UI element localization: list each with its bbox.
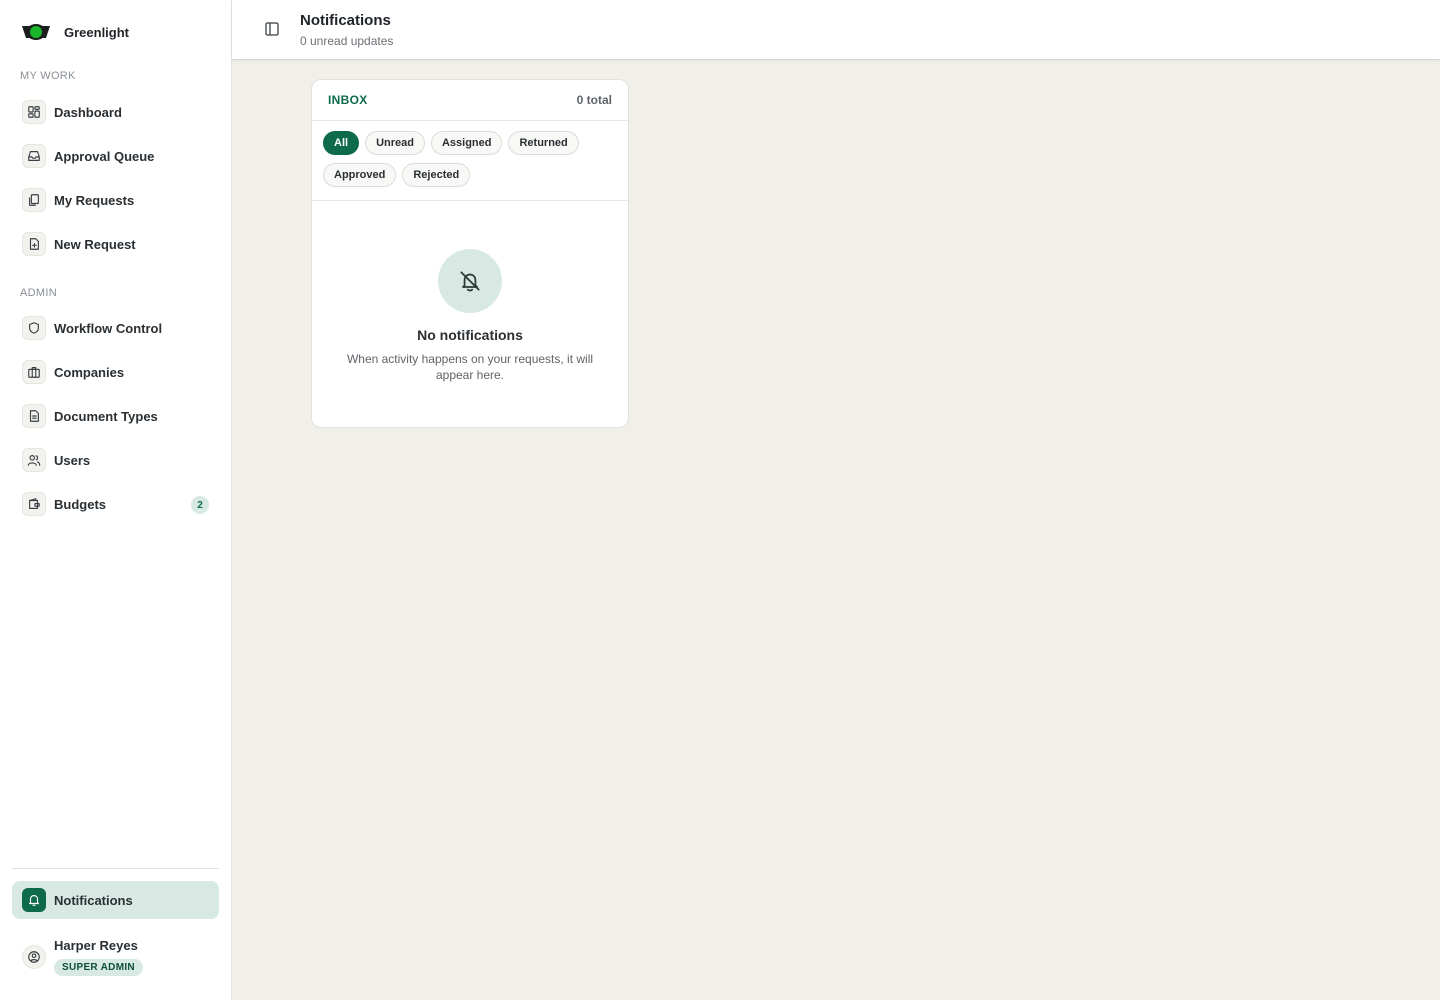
sidebar-item-label: Approval Queue (54, 148, 155, 164)
filter-approved[interactable]: Approved (323, 163, 397, 187)
empty-title: No notifications (417, 327, 523, 343)
briefcase-icon (22, 360, 46, 384)
filter-unread[interactable]: Unread (365, 131, 425, 155)
sidebar-item-label: Budgets (54, 496, 106, 512)
inbox-header: INBOX 0 total (312, 80, 628, 121)
filter-chips: All Unread Assigned Returned Approved Re… (312, 121, 628, 201)
sidebar-item-users[interactable]: Users (12, 441, 219, 479)
users-icon (22, 448, 46, 472)
page-subtitle: 0 unread updates (300, 34, 394, 48)
empty-state: No notifications When activity happens o… (312, 201, 628, 383)
document-icon (22, 404, 46, 428)
inbox-icon (22, 144, 46, 168)
sidebar: Greenlight MY WORK Dashboard Approval Qu… (0, 0, 232, 1000)
sidebar-item-label: Dashboard (54, 104, 122, 120)
topbar: Notifications 0 unread updates (232, 0, 1440, 60)
sidebar-item-label: Document Types (54, 408, 158, 424)
sidebar-item-companies[interactable]: Companies (12, 353, 219, 391)
sidebar-item-new-request[interactable]: New Request (12, 225, 219, 263)
sidebar-item-label: Workflow Control (54, 320, 163, 336)
inbox-total: 0 total (576, 93, 612, 107)
sidebar-item-label: Users (54, 452, 91, 468)
empty-description: When activity happens on your requests, … (346, 352, 594, 382)
sidebar-item-budgets[interactable]: Budgets 2 (12, 485, 219, 523)
filter-returned[interactable]: Returned (508, 131, 579, 155)
sidebar-toggle-button[interactable] (262, 19, 282, 39)
sidebar-item-label: Companies (54, 364, 125, 380)
bell-off-icon (438, 249, 502, 313)
shield-icon (22, 316, 46, 340)
user-profile[interactable]: Harper Reyes SUPER ADMIN (12, 932, 219, 982)
copy-icon (22, 188, 46, 212)
page-title: Notifications (300, 12, 391, 29)
dashboard-icon (22, 100, 46, 124)
user-role-badge: SUPER ADMIN (54, 959, 143, 976)
sidebar-item-notifications[interactable]: Notifications (12, 881, 219, 919)
sidebar-divider (12, 868, 219, 869)
sidebar-item-my-requests[interactable]: My Requests (12, 181, 219, 219)
sidebar-item-dashboard[interactable]: Dashboard (12, 93, 219, 131)
inbox-title: INBOX (328, 93, 368, 107)
sidebar-item-approval-queue[interactable]: Approval Queue (12, 137, 219, 175)
file-plus-icon (22, 232, 46, 256)
brand[interactable]: Greenlight (20, 19, 129, 45)
filter-all[interactable]: All (323, 131, 360, 155)
filter-rejected[interactable]: Rejected (402, 163, 471, 187)
traffic-light-logo (22, 24, 50, 40)
brand-name: Greenlight (64, 24, 130, 40)
user-circle-icon (22, 945, 46, 969)
bell-icon (22, 888, 46, 912)
section-label-my-work: MY WORK (20, 70, 76, 82)
sidebar-item-label: My Requests (54, 192, 135, 208)
sidebar-item-document-types[interactable]: Document Types (12, 397, 219, 435)
sidebar-item-workflow-control[interactable]: Workflow Control (12, 309, 219, 347)
section-label-admin: ADMIN (20, 287, 57, 299)
panel-left-icon (265, 22, 279, 36)
filter-assigned[interactable]: Assigned (430, 131, 503, 155)
wallet-icon (22, 492, 46, 516)
inbox-card: INBOX 0 total All Unread Assigned Return… (311, 79, 629, 428)
budgets-count-badge: 2 (191, 496, 209, 514)
user-name: Harper Reyes (54, 938, 138, 953)
sidebar-item-label: New Request (54, 236, 136, 252)
sidebar-item-label: Notifications (54, 892, 133, 908)
